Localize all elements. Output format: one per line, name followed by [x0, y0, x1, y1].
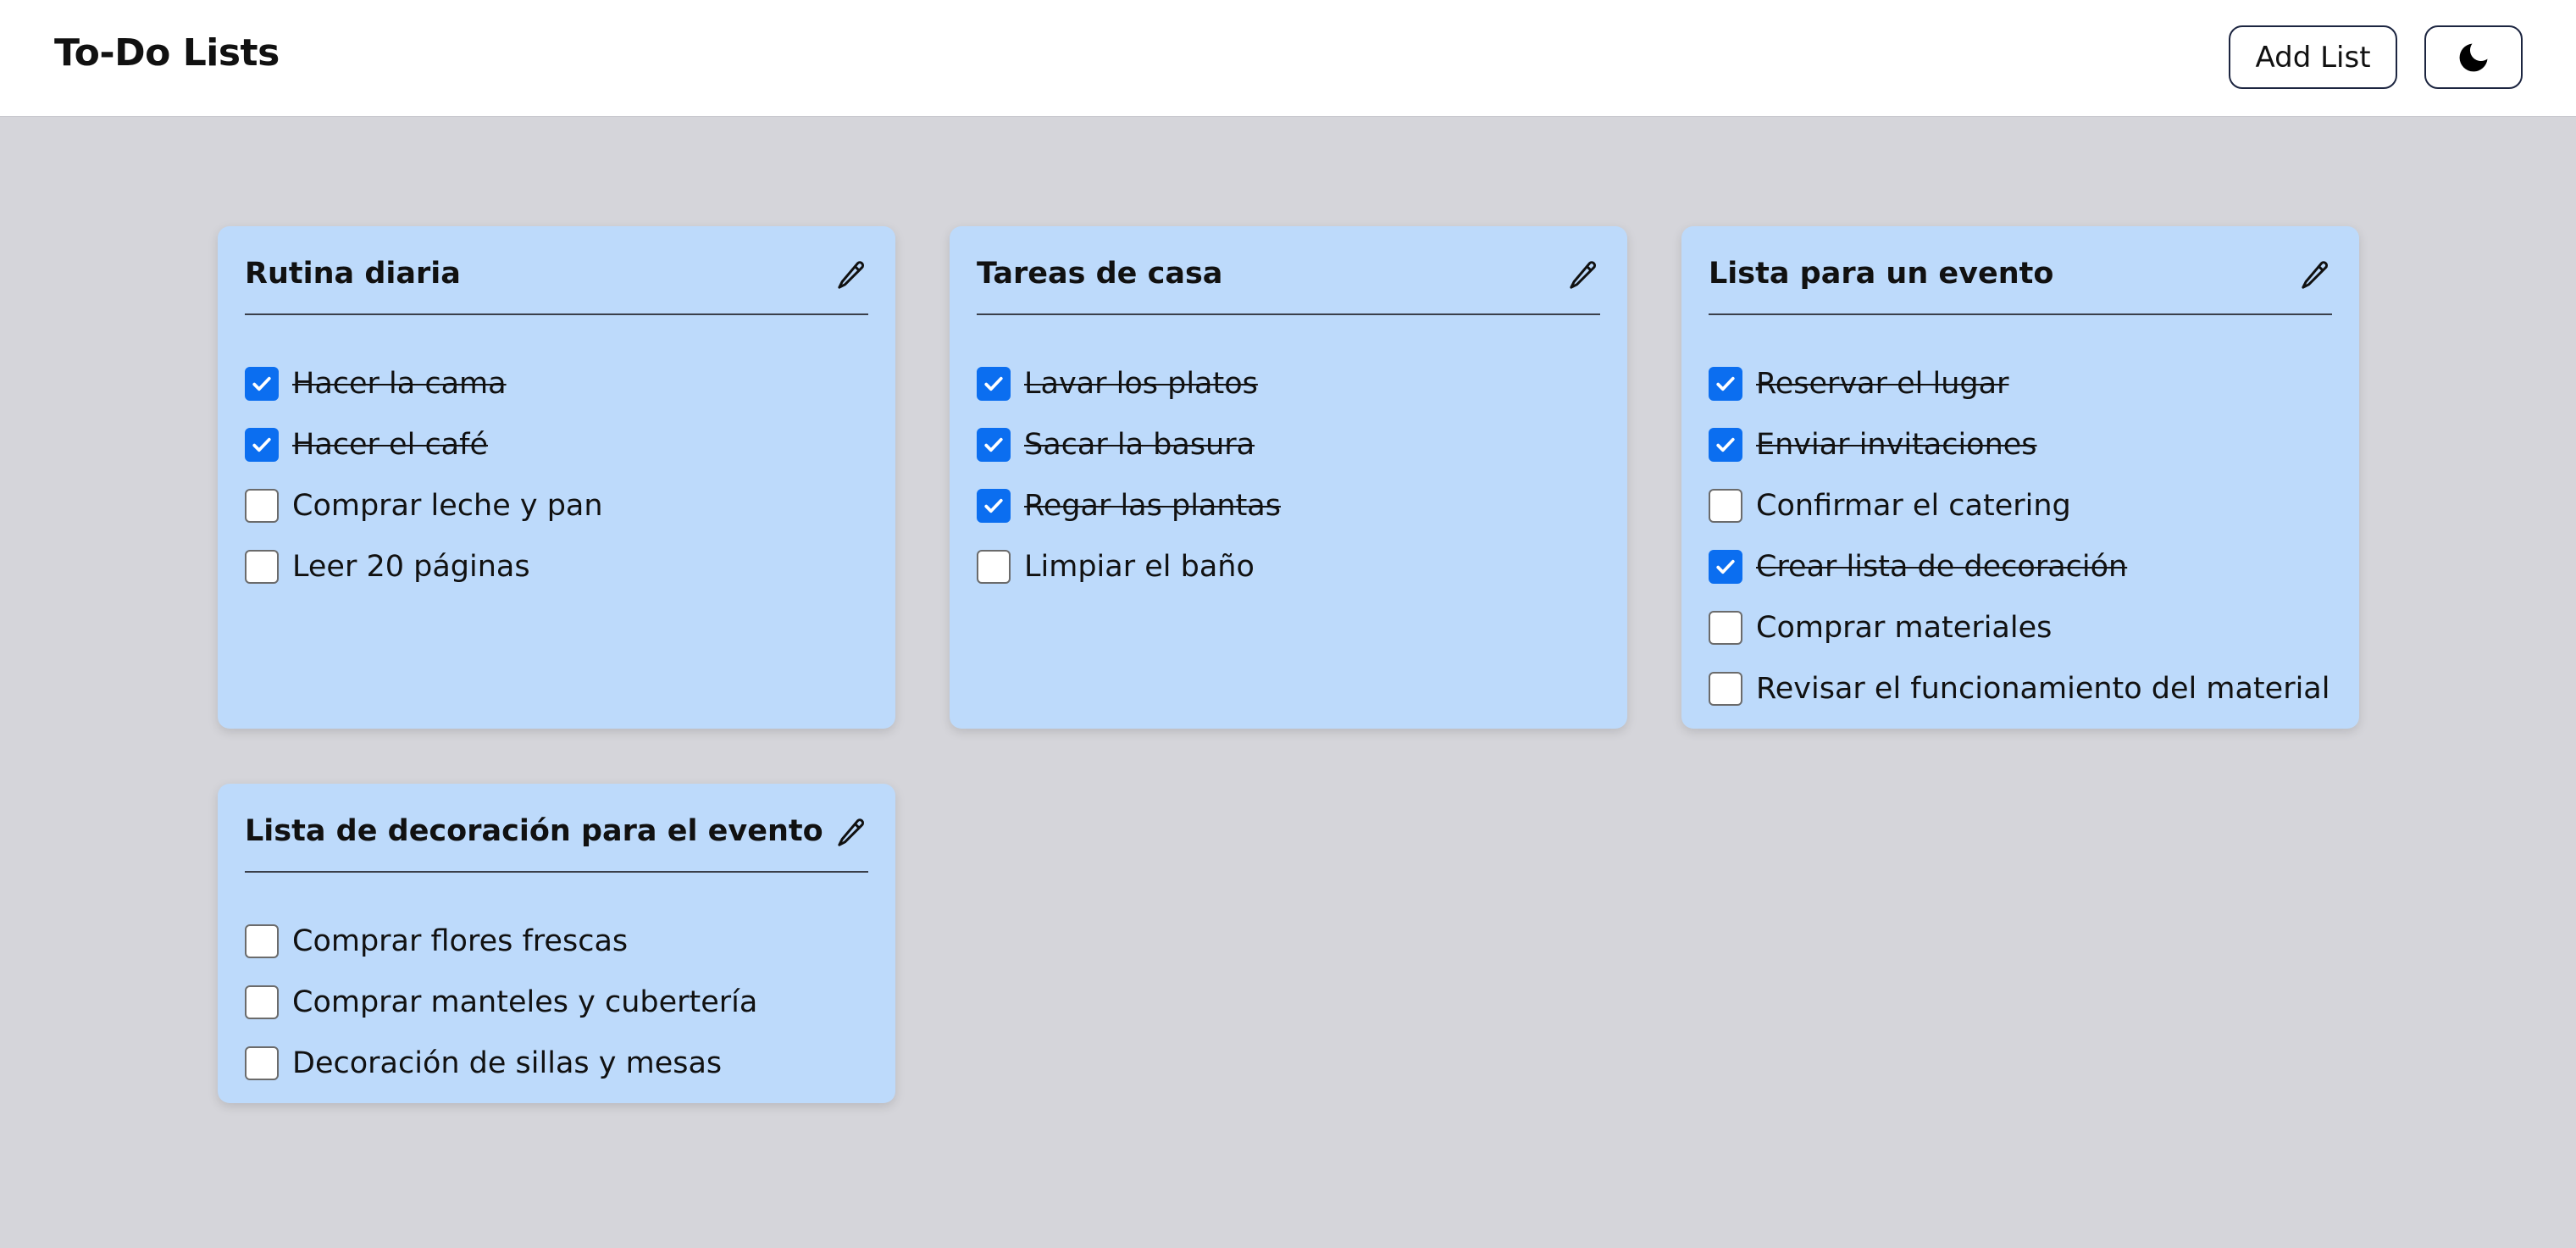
- task-item: Lavar los platos: [977, 353, 1610, 414]
- todo-list-card-lista-de-decoracion: Lista de decoración para el evento Compr…: [218, 784, 895, 1103]
- task-item: Crear lista de decoración: [1709, 536, 2342, 597]
- task-label: Comprar flores frescas: [292, 924, 629, 958]
- list-title: Lista de decoración para el evento: [245, 814, 823, 848]
- task-label: Enviar invitaciones: [1756, 428, 2037, 462]
- task-label: Reservar el lugar: [1756, 367, 2009, 401]
- task-item: Comprar flores frescas: [245, 911, 878, 972]
- task-checkbox[interactable]: [1709, 550, 1742, 584]
- task-checkbox[interactable]: [245, 367, 279, 401]
- task-checkbox[interactable]: [977, 489, 1011, 523]
- task-checkbox[interactable]: [245, 1046, 279, 1080]
- task-list: Hacer la cama Hacer el café Comprar lech…: [245, 353, 878, 597]
- task-item: Decoración de sillas y mesas: [245, 1033, 878, 1094]
- task-label: Comprar leche y pan: [292, 489, 603, 523]
- task-checkbox[interactable]: [1709, 611, 1742, 645]
- task-list: Comprar flores frescas Comprar manteles …: [245, 911, 878, 1094]
- task-label: Lavar los platos: [1024, 367, 1258, 401]
- pencil-icon[interactable]: [834, 816, 868, 850]
- task-list: Lavar los platos Sacar la basura Regar l…: [977, 353, 1610, 597]
- task-checkbox[interactable]: [1709, 672, 1742, 706]
- task-label: Decoración de sillas y mesas: [292, 1046, 723, 1080]
- task-label: Leer 20 páginas: [292, 550, 530, 584]
- moon-icon: [2459, 43, 2488, 71]
- top-bar: To-Do Lists Add List: [0, 0, 2576, 117]
- pencil-icon[interactable]: [2298, 258, 2332, 292]
- title-divider: [977, 313, 1600, 315]
- todo-list-card-tareas-de-casa: Tareas de casa Lavar los platos Sacar la…: [950, 226, 1627, 729]
- task-item: Comprar materiales: [1709, 597, 2342, 658]
- task-label: Revisar el funcionamiento del material: [1756, 672, 2330, 706]
- task-item: Regar las plantas: [977, 475, 1610, 536]
- task-label: Hacer el café: [292, 428, 488, 462]
- title-divider: [245, 871, 868, 873]
- title-divider: [245, 313, 868, 315]
- title-divider: [1709, 313, 2332, 315]
- todo-list-card-lista-para-un-evento: Lista para un evento Reservar el lugar E…: [1681, 226, 2359, 729]
- task-checkbox[interactable]: [245, 924, 279, 958]
- task-checkbox[interactable]: [1709, 367, 1742, 401]
- theme-toggle-button[interactable]: [2424, 25, 2523, 89]
- task-item: Sacar la basura: [977, 414, 1610, 475]
- task-item: Hacer la cama: [245, 353, 878, 414]
- task-label: Comprar manteles y cubertería: [292, 985, 758, 1019]
- task-label: Hacer la cama: [292, 367, 507, 401]
- list-title: Rutina diaria: [245, 257, 461, 291]
- task-label: Crear lista de decoración: [1756, 550, 2128, 584]
- task-item: Confirmar el catering: [1709, 475, 2342, 536]
- pencil-icon[interactable]: [1566, 258, 1600, 292]
- task-item: Limpiar el baño: [977, 536, 1610, 597]
- task-checkbox[interactable]: [245, 428, 279, 462]
- list-title: Lista para un evento: [1709, 257, 2054, 291]
- task-label: Sacar la basura: [1024, 428, 1255, 462]
- app-title: To-Do Lists: [54, 31, 280, 75]
- task-checkbox[interactable]: [245, 985, 279, 1019]
- task-item: Enviar invitaciones: [1709, 414, 2342, 475]
- task-checkbox[interactable]: [977, 367, 1011, 401]
- task-item: Hacer el café: [245, 414, 878, 475]
- pencil-icon[interactable]: [834, 258, 868, 292]
- task-checkbox[interactable]: [977, 550, 1011, 584]
- list-title: Tareas de casa: [977, 257, 1223, 291]
- task-label: Limpiar el baño: [1024, 550, 1255, 584]
- task-checkbox[interactable]: [245, 550, 279, 584]
- task-checkbox[interactable]: [977, 428, 1011, 462]
- task-checkbox[interactable]: [1709, 428, 1742, 462]
- task-item: Reservar el lugar: [1709, 353, 2342, 414]
- task-list: Reservar el lugar Enviar invitaciones Co…: [1709, 353, 2342, 719]
- task-checkbox[interactable]: [1709, 489, 1742, 523]
- add-list-button[interactable]: Add List: [2229, 25, 2397, 89]
- task-label: Comprar materiales: [1756, 611, 2052, 645]
- task-checkbox[interactable]: [245, 489, 279, 523]
- task-item: Comprar manteles y cubertería: [245, 972, 878, 1033]
- task-label: Regar las plantas: [1024, 489, 1281, 523]
- task-item: Leer 20 páginas: [245, 536, 878, 597]
- task-label: Confirmar el catering: [1756, 489, 2071, 523]
- task-item: Revisar el funcionamiento del material: [1709, 658, 2342, 719]
- task-item: Comprar leche y pan: [245, 475, 878, 536]
- todo-list-card-rutina-diaria: Rutina diaria Hacer la cama Hacer el caf…: [218, 226, 895, 729]
